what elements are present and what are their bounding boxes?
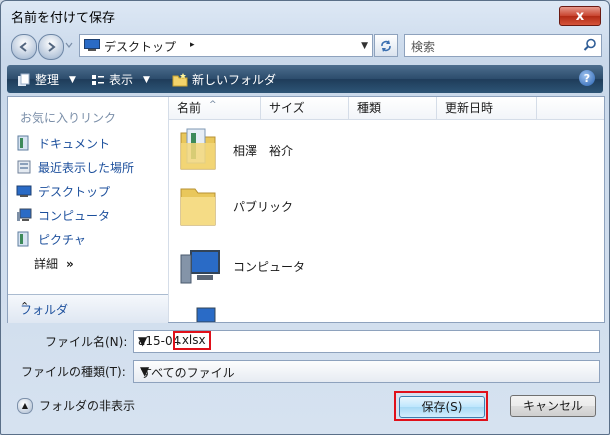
history-dropdown-icon[interactable] xyxy=(65,41,73,49)
filetype-dropdown-icon: ▼ xyxy=(140,364,150,378)
file-name: コンピュータ xyxy=(233,259,306,274)
new-folder-icon xyxy=(172,72,188,86)
forward-arrow-icon xyxy=(48,42,56,52)
hide-folders-toggle[interactable]: ▲ フォルダの非表示 xyxy=(17,397,135,414)
filename-dropdown-icon[interactable]: ▼ xyxy=(138,334,594,348)
sort-ascending-icon: ^ xyxy=(209,100,217,110)
close-button[interactable]: x xyxy=(559,6,601,26)
forward-button[interactable] xyxy=(38,34,64,60)
column-label: 名前 xyxy=(177,101,202,115)
pictures-icon xyxy=(17,231,29,247)
views-label: 表示 xyxy=(109,73,134,87)
column-label: サイズ xyxy=(269,101,305,115)
organize-label: 整理 xyxy=(35,73,60,87)
collapse-up-icon: ▲ xyxy=(17,397,33,414)
column-header-size[interactable]: サイズ xyxy=(261,97,349,119)
search-placeholder: 検索 xyxy=(411,40,436,54)
sidebar-item-documents[interactable]: ドキュメント xyxy=(16,133,110,153)
computer-icon xyxy=(180,250,220,284)
computer-icon xyxy=(17,208,32,221)
more-links-button[interactable]: 詳細 » xyxy=(34,255,74,272)
address-bar[interactable]: デスクトップ ▸ ▼ xyxy=(79,34,373,57)
organize-icon xyxy=(18,73,30,86)
file-name: パブリック xyxy=(233,199,294,214)
column-header-type[interactable]: 種類 xyxy=(349,97,437,119)
column-header-row: 名前 ^ サイズ 種類 更新日時 xyxy=(169,97,604,120)
recent-places-icon xyxy=(17,160,31,174)
desktop-icon xyxy=(84,39,100,51)
sidebar-item-desktop[interactable]: デスクトップ xyxy=(16,181,110,201)
save-as-dialog: 名前を付けて保存 x デスクトップ ▸ ▼ 検索 整理 ▼ 表示 ▼ 新しいフォ… xyxy=(0,0,610,435)
filetype-select[interactable]: すべてのファイル ▼ xyxy=(133,360,600,383)
sidebar-item-recent-places[interactable]: 最近表示した場所 xyxy=(16,157,134,177)
documents-icon xyxy=(17,135,29,151)
file-name: 相澤 裕介 xyxy=(233,143,294,158)
sidebar-item-label: デスクトップ xyxy=(38,184,111,199)
close-icon: x xyxy=(575,8,585,24)
back-button[interactable] xyxy=(11,34,37,60)
collapse-chevron-icon: ⌃ xyxy=(20,300,30,313)
sidebar-item-computer[interactable]: コンピュータ xyxy=(16,205,110,225)
search-input[interactable]: 検索 xyxy=(404,34,602,57)
address-dropdown-icon[interactable]: ▼ xyxy=(361,41,368,51)
filename-label: ファイル名(N): xyxy=(45,335,128,349)
column-header-name[interactable]: 名前 ^ xyxy=(169,97,261,119)
column-header-modified[interactable]: 更新日時 xyxy=(437,97,537,119)
back-arrow-icon xyxy=(19,42,27,52)
sidebar-item-pictures[interactable]: ピクチャ xyxy=(16,229,86,249)
filetype-label: ファイルの種類(T): xyxy=(21,365,126,379)
browser-area: お気に入りリンク ドキュメント 最近表示した場所 デスクトップ コンピュータ ピ… xyxy=(7,96,605,323)
address-row: デスクトップ ▸ ▼ 検索 xyxy=(1,31,609,61)
address-location[interactable]: デスクトップ xyxy=(104,38,176,55)
more-links-label: 詳細 xyxy=(34,257,59,271)
search-icon[interactable] xyxy=(583,38,597,52)
organize-button[interactable]: 整理 ▼ xyxy=(17,71,76,88)
views-dropdown-icon: ▼ xyxy=(143,74,150,85)
sidebar-item-label: ピクチャ xyxy=(38,232,86,247)
double-chevron-icon: » xyxy=(66,256,74,271)
title-bar: 名前を付けて保存 x xyxy=(1,1,609,31)
save-button-highlight: 保存(S) xyxy=(394,391,488,421)
folder-icon xyxy=(180,188,216,226)
sidebar-item-label: ドキュメント xyxy=(38,136,111,151)
help-icon[interactable]: ? xyxy=(579,70,595,86)
views-button[interactable]: 表示 ▼ xyxy=(91,71,150,88)
file-list-pane: 名前 ^ サイズ 種類 更新日時 相澤 裕介 パブリック コンピュータ xyxy=(169,97,604,322)
network-icon xyxy=(196,307,216,322)
favorite-links-header: お気に入りリンク xyxy=(20,111,117,125)
navigation-pane: お気に入りリンク ドキュメント 最近表示した場所 デスクトップ コンピュータ ピ… xyxy=(8,97,169,323)
list-item[interactable]: 相澤 裕介 xyxy=(177,125,293,175)
save-button[interactable]: 保存(S) xyxy=(399,396,485,418)
dialog-title: 名前を付けて保存 xyxy=(11,11,116,26)
list-item[interactable]: コンピュータ xyxy=(177,241,305,291)
command-bar: 整理 ▼ 表示 ▼ 新しいフォルダ ? xyxy=(7,65,603,93)
refresh-icon xyxy=(381,39,391,52)
new-folder-button[interactable]: 新しいフォルダ xyxy=(172,71,276,88)
breadcrumb-arrow-icon[interactable]: ▸ xyxy=(190,40,195,50)
new-folder-label: 新しいフォルダ xyxy=(192,73,277,87)
user-folder-icon xyxy=(180,128,216,170)
organize-dropdown-icon: ▼ xyxy=(69,74,76,85)
column-label: 種類 xyxy=(357,101,382,115)
sidebar-item-label: コンピュータ xyxy=(38,208,111,223)
refresh-button[interactable] xyxy=(374,34,398,57)
folders-toggle[interactable]: フォルダ ⌃ xyxy=(8,294,168,323)
filename-input[interactable]: a15-04 .xlsx ▼ xyxy=(133,330,600,353)
desktop-icon xyxy=(16,185,32,197)
sidebar-item-label: 最近表示した場所 xyxy=(38,160,135,175)
column-label: 更新日時 xyxy=(445,101,494,115)
save-form: ファイル名(N): a15-04 .xlsx ▼ ファイルの種類(T): すべて… xyxy=(1,323,609,434)
hide-folders-label: フォルダの非表示 xyxy=(39,399,136,413)
views-icon xyxy=(92,74,104,85)
list-item[interactable]: パブリック xyxy=(177,181,293,231)
cancel-button[interactable]: キャンセル xyxy=(510,395,596,417)
